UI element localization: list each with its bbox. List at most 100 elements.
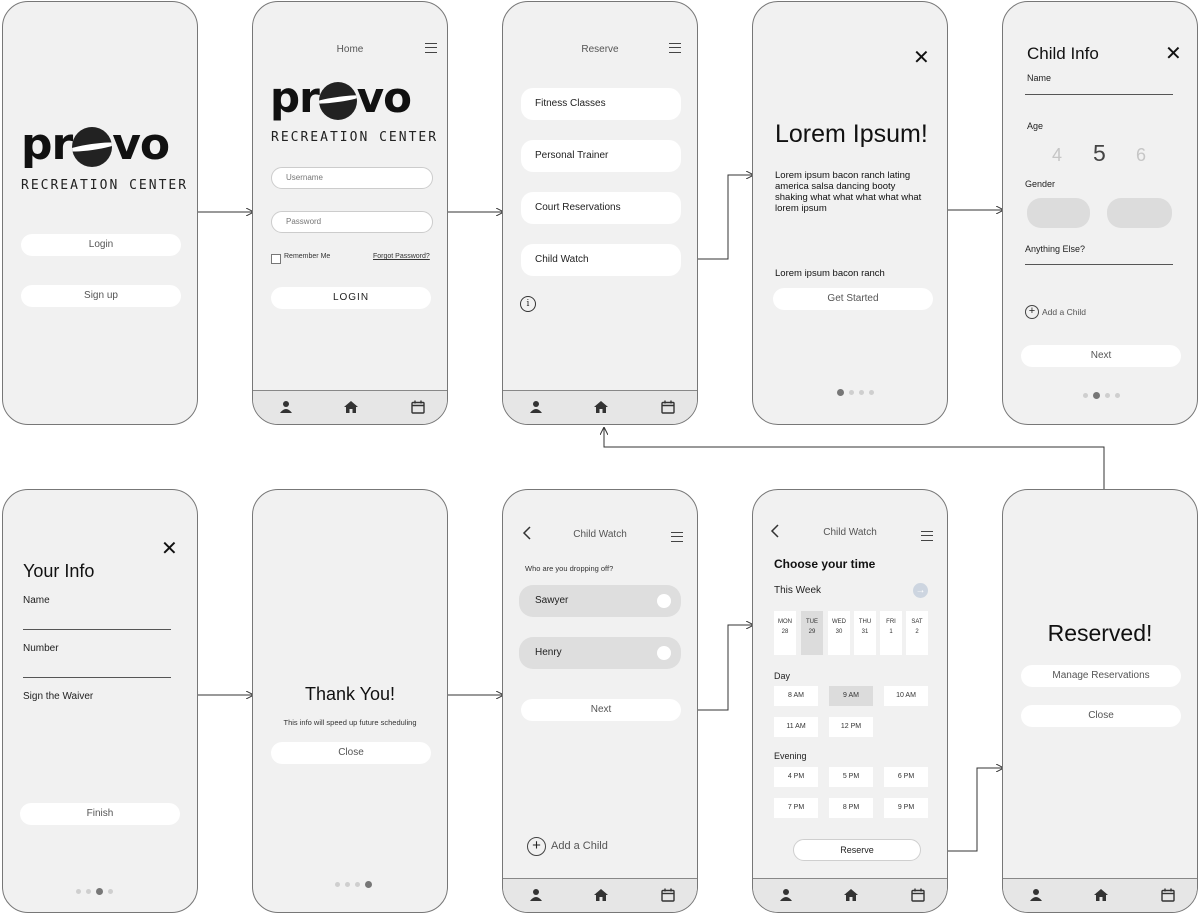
close-button[interactable]: Close bbox=[271, 742, 431, 764]
age-option-5[interactable]: 5 bbox=[1093, 140, 1106, 167]
kid-name: Henry bbox=[535, 647, 562, 658]
time-slot[interactable]: 11 AM bbox=[774, 717, 818, 737]
next-button[interactable]: Next bbox=[1021, 345, 1181, 367]
arrow-s10-s3 bbox=[604, 428, 1105, 489]
day-sat[interactable]: SAT 2 bbox=[906, 611, 928, 655]
menu-icon[interactable] bbox=[425, 43, 437, 53]
menu-item-trainer[interactable]: Personal Trainer bbox=[521, 140, 681, 172]
screen-choose-time: Child Watch Choose your time This Week →… bbox=[752, 489, 948, 913]
profile-icon[interactable] bbox=[1029, 888, 1043, 902]
dropoff-question: Who are you dropping off? bbox=[525, 564, 614, 573]
profile-icon[interactable] bbox=[529, 400, 543, 414]
add-child-label[interactable]: Add a Child bbox=[1042, 307, 1086, 317]
forgot-password-link[interactable]: Forgot Password? bbox=[373, 253, 430, 260]
age-option-6[interactable]: 6 bbox=[1136, 145, 1146, 166]
time-slot[interactable]: 6 PM bbox=[884, 767, 928, 787]
gender-option-2[interactable] bbox=[1107, 198, 1172, 228]
info-icon[interactable]: i bbox=[520, 296, 536, 312]
time-slot[interactable]: 4 PM bbox=[774, 767, 818, 787]
profile-icon[interactable] bbox=[529, 888, 543, 902]
close-icon[interactable]: ✕ bbox=[161, 538, 178, 558]
calendar-icon[interactable] bbox=[1161, 888, 1175, 902]
username-field[interactable]: Username bbox=[271, 167, 433, 189]
time-slot[interactable]: 7 PM bbox=[774, 798, 818, 818]
next-week-icon[interactable]: → bbox=[913, 583, 928, 598]
age-option-4[interactable]: 4 bbox=[1052, 145, 1062, 166]
calendar-icon[interactable] bbox=[411, 400, 425, 414]
tab-bar bbox=[503, 878, 697, 912]
time-slot[interactable]: 12 PM bbox=[829, 717, 873, 737]
time-slot[interactable]: 9 AM bbox=[829, 686, 873, 706]
name-field[interactable] bbox=[23, 629, 171, 630]
profile-icon[interactable] bbox=[279, 400, 293, 414]
add-child-icon[interactable]: + bbox=[1025, 305, 1039, 319]
choose-time-heading: Choose your time bbox=[774, 557, 876, 571]
home-icon[interactable] bbox=[593, 400, 609, 414]
anything-else-field[interactable] bbox=[1025, 264, 1173, 265]
day-mon[interactable]: MON 28 bbox=[774, 611, 796, 655]
add-child-label[interactable]: Add a Child bbox=[551, 840, 608, 852]
time-slot[interactable]: 5 PM bbox=[829, 767, 873, 787]
home-icon[interactable] bbox=[343, 400, 359, 414]
add-child-icon[interactable]: + bbox=[527, 837, 546, 856]
calendar-icon[interactable] bbox=[661, 888, 675, 902]
close-icon[interactable]: ✕ bbox=[913, 47, 930, 67]
menu-item-fitness[interactable]: Fitness Classes bbox=[521, 88, 681, 120]
menu-icon[interactable] bbox=[671, 532, 683, 542]
logo: pr vo bbox=[270, 73, 412, 122]
screen-child-watch-select: Child Watch Who are you dropping off? Sa… bbox=[502, 489, 698, 913]
name-field[interactable] bbox=[1025, 94, 1173, 95]
signup-button[interactable]: Sign up bbox=[21, 285, 181, 307]
number-field[interactable] bbox=[23, 677, 171, 678]
waiver-label[interactable]: Sign the Waiver bbox=[23, 691, 93, 702]
calendar-icon[interactable] bbox=[661, 400, 675, 414]
kid-option-sawyer[interactable]: Sawyer bbox=[519, 585, 681, 617]
close-button[interactable]: Close bbox=[1021, 705, 1181, 727]
get-started-button[interactable]: Get Started bbox=[773, 288, 933, 310]
profile-icon[interactable] bbox=[779, 888, 793, 902]
password-field[interactable]: Password bbox=[271, 211, 433, 233]
screen-reserved: Reserved! Manage Reservations Close bbox=[1002, 489, 1198, 913]
manage-reservations-button[interactable]: Manage Reservations bbox=[1021, 665, 1181, 687]
home-icon[interactable] bbox=[1093, 888, 1109, 902]
evening-label: Evening bbox=[774, 751, 807, 761]
page-indicator bbox=[1083, 392, 1120, 399]
reserve-button[interactable]: Reserve bbox=[793, 839, 921, 861]
menu-item-court[interactable]: Court Reservations bbox=[521, 192, 681, 224]
time-slot[interactable]: 9 PM bbox=[884, 798, 928, 818]
calendar-icon[interactable] bbox=[911, 888, 925, 902]
menu-item-child-watch[interactable]: Child Watch bbox=[521, 244, 681, 276]
kid-radio[interactable] bbox=[657, 646, 671, 660]
kid-option-henry[interactable]: Henry bbox=[519, 637, 681, 669]
menu-icon[interactable] bbox=[669, 43, 681, 53]
tab-bar bbox=[503, 390, 697, 424]
remember-checkbox[interactable] bbox=[271, 254, 281, 264]
next-button[interactable]: Next bbox=[521, 699, 681, 721]
home-icon[interactable] bbox=[843, 888, 859, 902]
home-icon[interactable] bbox=[593, 888, 609, 902]
close-icon[interactable]: ✕ bbox=[1165, 43, 1182, 63]
logo: pr vo bbox=[21, 119, 170, 170]
thank-you-subtext: This info will speed up future schedulin… bbox=[283, 718, 417, 727]
intro-subtext: Lorem ipsum bacon ranch bbox=[775, 268, 885, 279]
day-label: Day bbox=[774, 671, 791, 681]
gender-option-1[interactable] bbox=[1027, 198, 1090, 228]
screen-home-login: Home pr vo RECREATION CENTER Username Pas… bbox=[252, 1, 448, 425]
name-label: Name bbox=[1027, 73, 1052, 83]
finish-button[interactable]: Finish bbox=[20, 803, 180, 825]
time-slot[interactable]: 10 AM bbox=[884, 686, 928, 706]
login-button[interactable]: Login bbox=[21, 234, 181, 256]
page-indicator bbox=[837, 389, 874, 396]
kid-radio[interactable] bbox=[657, 594, 671, 608]
menu-icon[interactable] bbox=[921, 531, 933, 541]
day-fri[interactable]: FRI 1 bbox=[880, 611, 902, 655]
anything-else-label: Anything Else? bbox=[1025, 244, 1086, 254]
day-tue[interactable]: TUE 29 bbox=[801, 611, 823, 655]
day-thu[interactable]: THU 31 bbox=[854, 611, 876, 655]
time-slot[interactable]: 8 PM bbox=[829, 798, 873, 818]
time-slot[interactable]: 8 AM bbox=[774, 686, 818, 706]
day-wed[interactable]: WED 30 bbox=[828, 611, 850, 655]
login-button[interactable]: LOGIN bbox=[271, 287, 431, 309]
number-label: Number bbox=[23, 643, 59, 654]
tab-bar bbox=[1003, 878, 1197, 912]
